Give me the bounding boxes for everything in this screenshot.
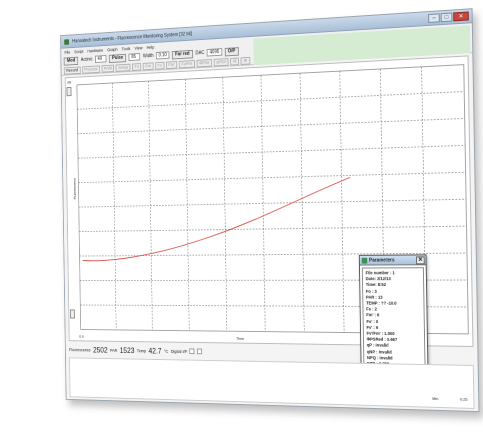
- fm-prime-button[interactable]: Fm': [165, 60, 178, 69]
- record-button[interactable]: Record: [63, 66, 81, 75]
- x-axis-label: Time: [236, 335, 245, 341]
- fvfm-button[interactable]: Fv/Fm: [178, 59, 195, 68]
- status-bar: Fluorescence 2502 PAR 1523 Temp 42.7 °C …: [69, 344, 203, 357]
- op-button[interactable]: O/P: [224, 46, 239, 56]
- menu-graph[interactable]: Graph: [107, 47, 117, 52]
- fluorescence-value: 2502: [93, 345, 108, 355]
- pam-button[interactable]: PAM: [101, 64, 115, 73]
- digital-ip-checkbox-1[interactable]: [189, 348, 195, 355]
- app-icon: [64, 38, 70, 45]
- parameters-icon: [361, 257, 368, 264]
- pulse-button[interactable]: Pulse: [108, 53, 127, 63]
- mod-button[interactable]: Mod: [63, 56, 79, 66]
- close-icon[interactable]: ✕: [416, 255, 425, 264]
- dac-stepper[interactable]: 4095: [207, 48, 222, 57]
- minimize-button[interactable]: –: [428, 13, 440, 23]
- par-label: PAR: [109, 347, 118, 353]
- menu-view[interactable]: View: [134, 45, 142, 50]
- settings-icon[interactable]: ⚙: [240, 56, 250, 65]
- close-button[interactable]: ✕: [453, 11, 469, 22]
- menu-help[interactable]: Help: [147, 44, 155, 49]
- dac-label: DAC: [195, 50, 205, 57]
- parameters-title: Parameters: [369, 257, 395, 264]
- actinic-label: Actinic: [80, 56, 93, 63]
- pulse-stepper[interactable]: 85: [128, 52, 141, 62]
- min-label: Min: [432, 395, 439, 401]
- window-controls: – □ ✕: [428, 11, 469, 23]
- process-button[interactable]: Process: [81, 64, 100, 74]
- marker-icon[interactable]: Ⓜ: [230, 57, 240, 66]
- min-value: 0.25: [459, 396, 468, 402]
- digital-ip-label: Digital I/P: [170, 348, 188, 354]
- temp-label: Temp: [136, 348, 147, 353]
- maximize-button[interactable]: □: [440, 12, 453, 23]
- fm-button[interactable]: Fm: [142, 61, 154, 70]
- app-window: Hansatech Instruments - Fluorescence Mon…: [60, 8, 480, 413]
- temp-unit: °C: [164, 348, 169, 354]
- y-axis-top-label: dB: [67, 79, 72, 85]
- temp-value: 42.7: [148, 346, 162, 355]
- x-min-label: 0.0: [79, 334, 84, 339]
- actinic-stepper[interactable]: 40: [95, 55, 107, 63]
- screen: Hansatech Instruments - Fluorescence Mon…: [0, 0, 483, 432]
- y-min-stepper[interactable]: [69, 309, 75, 319]
- setup-button[interactable]: Setup: [115, 63, 131, 72]
- menu-script[interactable]: Script: [74, 49, 83, 54]
- width-label: Width: [142, 53, 154, 60]
- fs-button[interactable]: Fs: [154, 61, 165, 70]
- y-axis-label: Fluorescence: [72, 177, 77, 200]
- menu-tools[interactable]: Tools: [122, 46, 131, 51]
- fo-button[interactable]: Fo: [131, 62, 142, 71]
- parameters-title-bar: Parameters ✕: [359, 255, 426, 266]
- fluorescence-plot: dB Fluorescence 0.0 Time Parameters ✕ Fi…: [64, 55, 474, 399]
- menu-file[interactable]: File: [64, 49, 70, 54]
- par-value: 1523: [119, 345, 135, 355]
- phipsii-button[interactable]: ΦPSII: [196, 58, 213, 67]
- y-max-stepper[interactable]: [66, 86, 72, 97]
- far-red-button[interactable]: Far red: [171, 49, 193, 60]
- secondary-plot-area: Min 0.25: [69, 357, 475, 409]
- digital-ip-checkbox-2[interactable]: [197, 348, 203, 355]
- qpsii-button[interactable]: qPSII: [213, 57, 229, 66]
- fluorescence-label: Fluorescence: [68, 346, 91, 352]
- menu-hardware[interactable]: Hardware: [87, 47, 103, 53]
- width-stepper[interactable]: 0.10: [155, 51, 170, 60]
